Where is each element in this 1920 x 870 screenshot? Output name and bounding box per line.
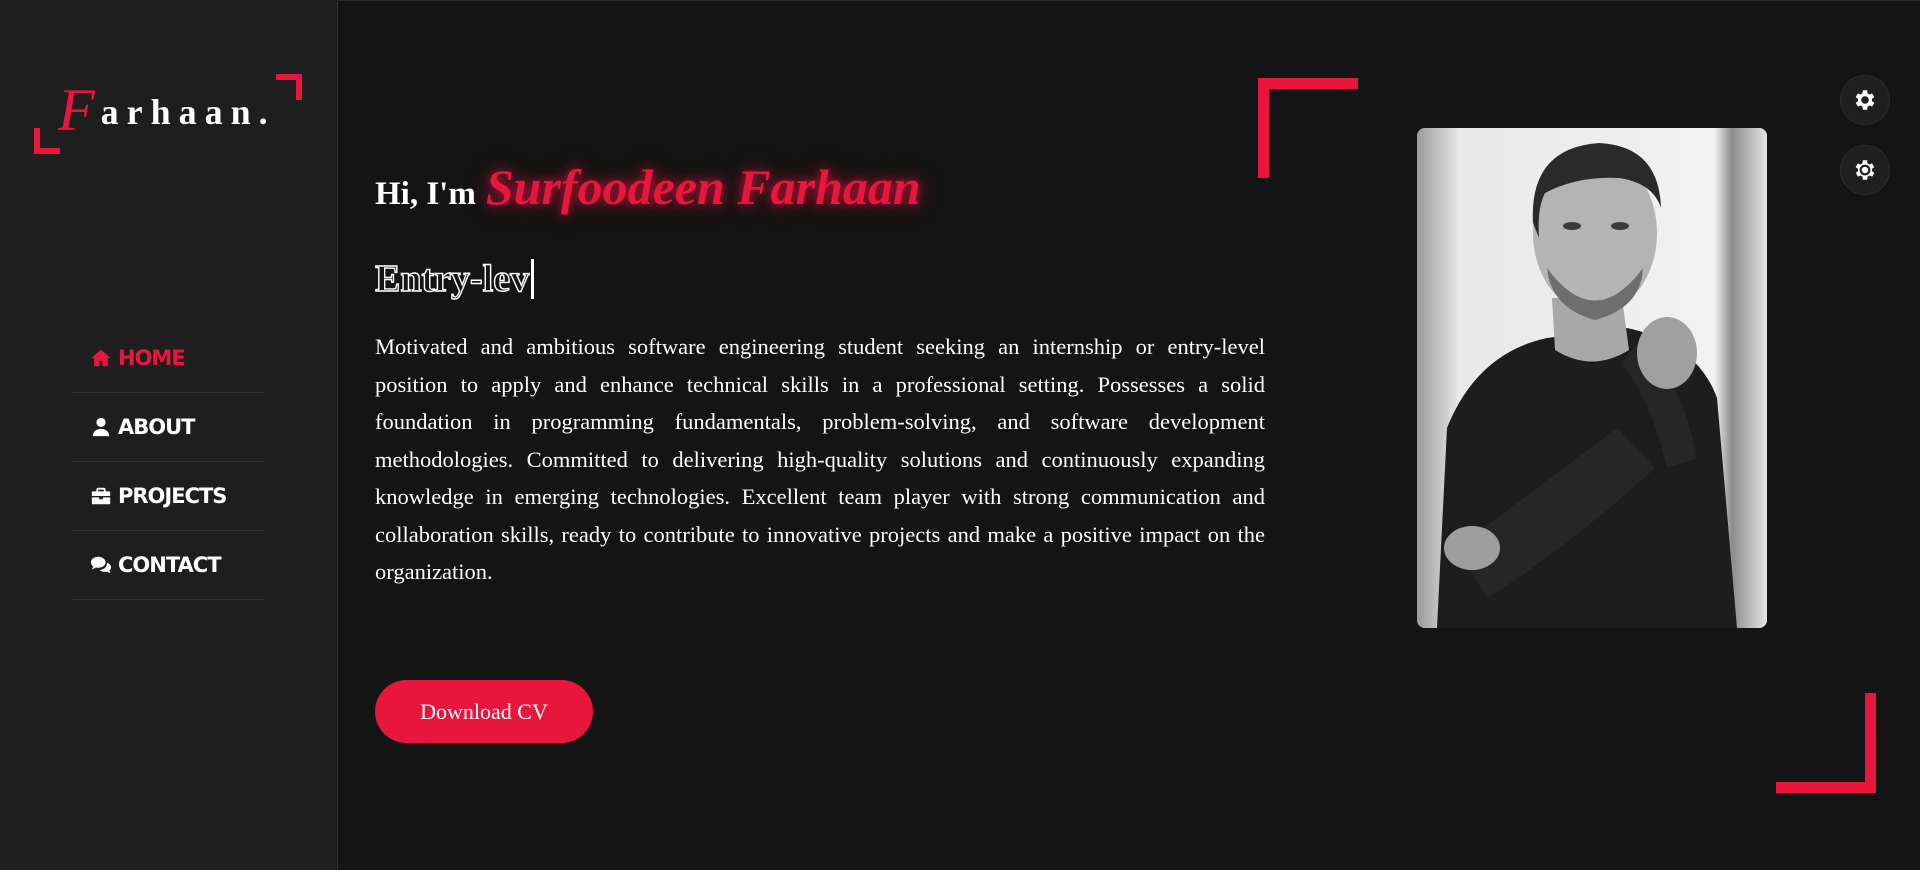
nav-item-label: CONTACT [118, 553, 222, 577]
decor-bracket-top [1258, 78, 1358, 178]
profile-photo [1417, 128, 1767, 628]
greeting: Hi, I'm [375, 176, 476, 212]
nav-item-projects[interactable]: PROJECTS [72, 462, 264, 531]
logo-text: Farhaan. [58, 76, 276, 145]
logo[interactable]: Farhaan. [34, 74, 302, 154]
typewriter-value: Entry-lev [374, 257, 530, 300]
download-cv-button[interactable]: Download CV [375, 680, 593, 743]
nav-item-label: HOME [118, 346, 186, 370]
typewriter-text: Entry-lev [374, 257, 535, 301]
gear-outline-icon [1855, 160, 1875, 180]
gear-icon [1855, 90, 1875, 110]
bio-paragraph: Motivated and ambitious software enginee… [375, 334, 1265, 584]
logo-initial: F [58, 77, 101, 143]
typewriter-caret [531, 259, 535, 299]
hero-name: Surfoodeen Farhaan [485, 159, 921, 215]
logo-corner-top-right [276, 74, 302, 100]
nav-item-home[interactable]: HOME [72, 324, 264, 393]
nav-item-about[interactable]: ABOUT [72, 393, 264, 462]
sidebar: Farhaan. HOME ABOUT PROJECTS CONTACT [0, 0, 338, 870]
nav-item-label: ABOUT [118, 415, 195, 439]
logo-corner-bottom-left [34, 128, 60, 154]
theme-settings-button[interactable] [1840, 145, 1890, 195]
main-nav: HOME ABOUT PROJECTS CONTACT [72, 324, 264, 600]
settings-button[interactable] [1840, 75, 1890, 125]
decor-bracket-bottom [1776, 693, 1876, 793]
profile-photo-image [1417, 128, 1767, 628]
user-icon [92, 417, 110, 437]
logo-rest: arhaan. [100, 92, 276, 132]
nav-item-contact[interactable]: CONTACT [72, 531, 264, 600]
hero-heading: Hi, I'm Surfoodeen Farhaan [375, 158, 921, 216]
home-icon [91, 349, 111, 367]
nav-item-label: PROJECTS [118, 484, 227, 508]
briefcase-icon [91, 487, 111, 505]
comments-icon [90, 556, 112, 574]
